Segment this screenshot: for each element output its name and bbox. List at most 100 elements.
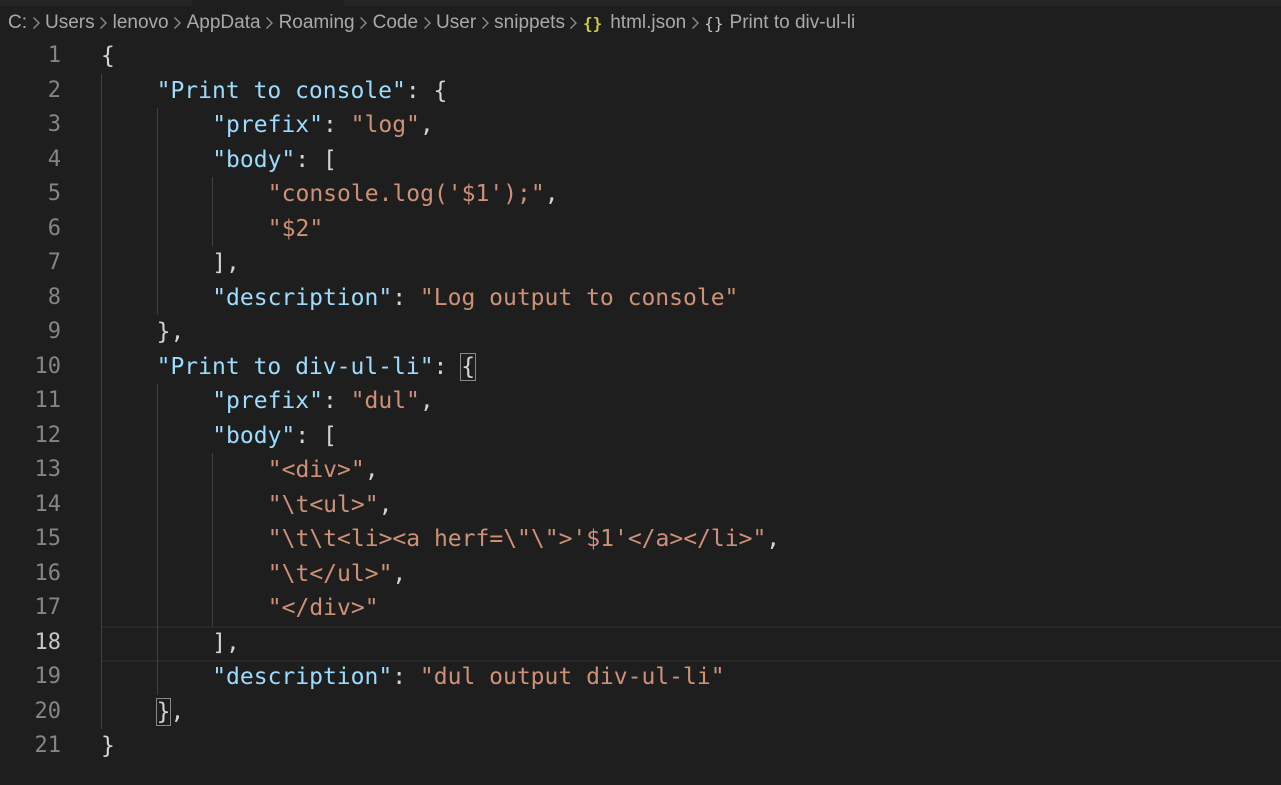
code-text: "\t</ul>", — [268, 557, 406, 592]
code-line[interactable]: 15 "\t\t<li><a herf=\"\">'$1'</a></li>", — [0, 522, 1281, 557]
code-line[interactable]: 1{ — [0, 39, 1281, 74]
line-number: 17 — [34, 595, 62, 620]
line-number: 10 — [34, 353, 62, 379]
code-text: }, — [157, 315, 185, 350]
punctuation-token: }, — [156, 319, 185, 345]
punctuation-token: : — [322, 388, 351, 414]
json-string-token: "\t\t<li><a herf=\"\">'$1'</a></li>" — [267, 526, 767, 552]
code-line[interactable]: 14 "\t<ul>", — [0, 488, 1281, 523]
code-text: "$2" — [268, 212, 323, 247]
code-line[interactable]: 8 "description": "Log output to console" — [0, 281, 1281, 316]
indent-guide — [212, 177, 214, 246]
code-line[interactable]: 19 "description": "dul output div-ul-li" — [0, 660, 1281, 695]
breadcrumb-item-drive[interactable]: C: — [8, 12, 27, 34]
punctuation-token: : [ — [295, 422, 337, 449]
code-text: "Print to console": { — [157, 74, 448, 109]
code-text: "body": [ — [212, 419, 337, 454]
active-tab[interactable] — [192, 0, 344, 6]
punctuation-token: ], — [212, 250, 240, 276]
punctuation-token: : — [392, 664, 420, 690]
code-line[interactable]: 3 "prefix": "log", — [0, 108, 1281, 143]
json-key-token: "description" — [212, 284, 393, 311]
code-line[interactable]: 16 "\t</ul>", — [0, 557, 1281, 592]
punctuation-token: } — [101, 733, 115, 759]
punctuation-token: } — [155, 697, 172, 726]
punctuation-token: , — [364, 457, 379, 483]
punctuation-token: , — [170, 698, 185, 725]
json-string-token: "</div>" — [267, 595, 379, 621]
json-string-token: "Log output to console" — [419, 284, 739, 311]
code-text: ], — [212, 626, 240, 661]
tab-strip — [0, 0, 1281, 6]
breadcrumb-item-file[interactable]: html.json — [610, 12, 686, 34]
code-line[interactable]: 13 "<div>", — [0, 453, 1281, 488]
code-line[interactable]: 10 "Print to div-ul-li": { — [0, 350, 1281, 385]
code-line[interactable]: 12 "body": [ — [0, 419, 1281, 454]
breadcrumb-item-symbol[interactable]: Print to div-ul-li — [730, 12, 856, 34]
indent-guide — [156, 384, 158, 695]
punctuation-token: , — [378, 491, 393, 518]
breadcrumb-item-code[interactable]: Code — [373, 12, 418, 34]
line-number: 12 — [34, 422, 62, 448]
json-key-token: "body" — [212, 146, 296, 173]
code-line[interactable]: 6 "$2" — [0, 212, 1281, 247]
punctuation-token: { — [101, 43, 115, 69]
line-number: 20 — [34, 698, 62, 724]
line-number: 3 — [47, 112, 61, 137]
code-text: } — [101, 729, 115, 764]
chevron-right-icon — [418, 12, 436, 34]
breadcrumb-item-roaming[interactable]: Roaming — [279, 12, 355, 34]
line-number: 13 — [34, 457, 62, 482]
code-text: "console.log('$1');", — [268, 177, 559, 212]
chevron-right-icon — [565, 12, 583, 34]
json-string-token: "$2" — [267, 215, 324, 242]
breadcrumb: C: Users lenovo AppData Roaming Code Use… — [0, 8, 1281, 38]
code-text: "\t<ul>", — [268, 488, 393, 523]
punctuation-token: , — [419, 388, 434, 414]
line-number: 5 — [47, 181, 61, 206]
code-text: "\t\t<li><a herf=\"\">'$1'</a></li>", — [268, 522, 780, 557]
code-line[interactable]: 5 "console.log('$1');", — [0, 177, 1281, 212]
code-line[interactable]: 21} — [0, 729, 1281, 764]
json-file-icon: {} — [582, 13, 603, 33]
code-text: "body": [ — [212, 143, 337, 178]
breadcrumb-item-snippets[interactable]: snippets — [494, 12, 565, 34]
code-line[interactable]: 4 "body": [ — [0, 143, 1281, 178]
chevron-right-icon — [686, 12, 704, 34]
code-line[interactable]: 11 "prefix": "dul", — [0, 384, 1281, 419]
json-key-token: "body" — [212, 422, 296, 449]
json-string-token: "dul" — [350, 388, 420, 414]
breadcrumb-item-appdata[interactable]: AppData — [187, 12, 261, 34]
json-key-token: "Print to div-ul-li" — [156, 353, 434, 380]
code-line[interactable]: 20}, — [0, 695, 1281, 730]
json-string-token: "dul output div-ul-li" — [419, 664, 725, 690]
chevron-right-icon — [169, 12, 187, 34]
code-text: { — [101, 39, 115, 74]
line-number: 18 — [34, 629, 62, 655]
code-editor[interactable]: 1{2 "Print to console": { 3 "prefix": "log"… — [0, 39, 1281, 785]
code-line[interactable]: 18], — [0, 625, 1281, 661]
code-text: "description": "dul output div-ul-li" — [212, 660, 724, 695]
indent-guide — [156, 108, 158, 315]
code-text: "description": "Log output to console" — [212, 281, 738, 316]
breadcrumb-item-users[interactable]: Users — [45, 12, 95, 34]
code-line[interactable]: 2 "Print to console": { — [0, 74, 1281, 109]
json-string-token: "<div>" — [267, 457, 365, 483]
punctuation-token: , — [766, 526, 781, 552]
code-line[interactable]: 17 "</div>" — [0, 591, 1281, 626]
json-string-token: "\t<ul>" — [267, 491, 379, 518]
chevron-right-icon — [355, 12, 373, 34]
breadcrumb-item-user[interactable]: User — [436, 12, 476, 34]
breadcrumb-item-lenovo[interactable]: lenovo — [113, 12, 169, 34]
punctuation-token: , — [419, 112, 434, 138]
code-text: "prefix": "log", — [212, 108, 434, 143]
code-line[interactable]: 9}, — [0, 315, 1281, 350]
line-number: 15 — [34, 526, 62, 551]
json-key-token: "Print to console" — [156, 77, 406, 104]
json-string-token: "console.log('$1');" — [267, 181, 545, 207]
punctuation-token: : — [433, 353, 462, 380]
code-text: "<div>", — [268, 453, 379, 488]
json-key-token: "description" — [212, 664, 393, 690]
code-line[interactable]: 7], — [0, 246, 1281, 281]
chevron-right-icon — [261, 12, 279, 34]
